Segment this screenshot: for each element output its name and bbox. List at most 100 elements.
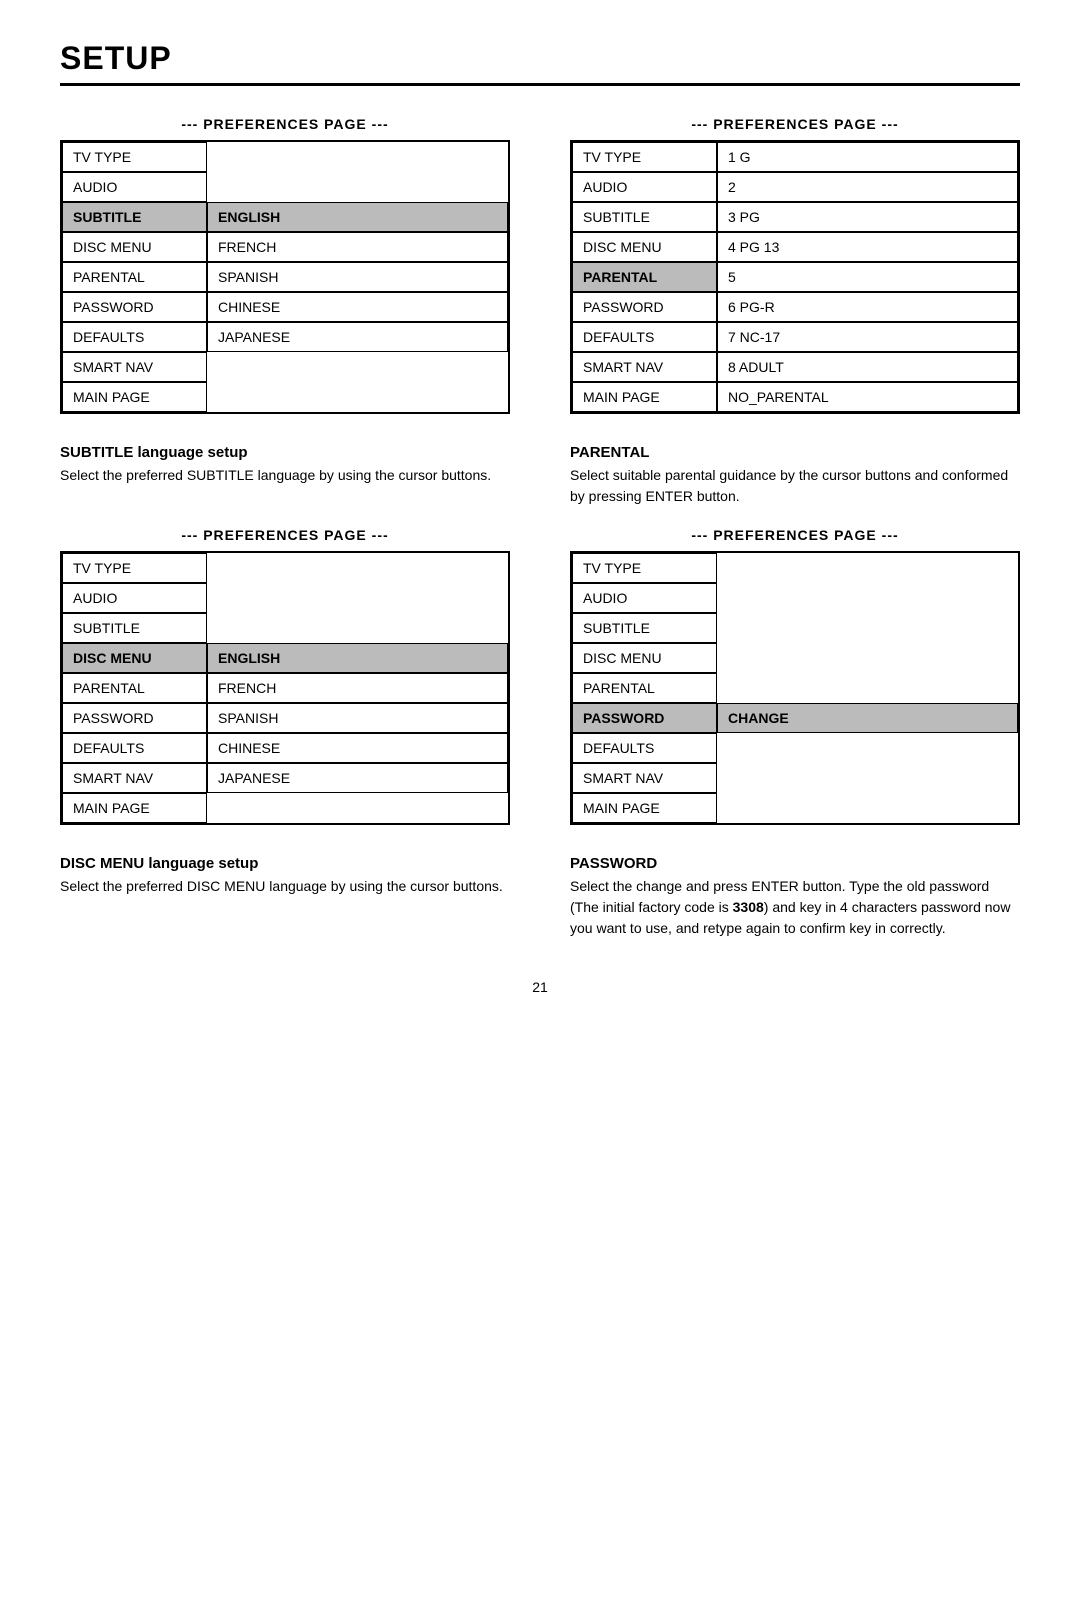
password-desc-body: Select the change and press ENTER button…	[570, 876, 1020, 939]
table-row: AUDIO	[572, 583, 1018, 613]
cell-left: MAIN PAGE	[572, 382, 717, 412]
table-row: DISC MENUFRENCH	[62, 232, 508, 262]
cell-left: SMART NAV	[572, 352, 717, 382]
parental-desc-body: Select suitable parental guidance by the…	[570, 465, 1020, 507]
top-left-panel: --- PREFERENCES PAGE --- TV TYPEAUDIOSUB…	[60, 116, 510, 414]
cell-left: AUDIO	[572, 172, 717, 202]
cell-right: 1 G	[717, 142, 1018, 172]
bottom-desc-columns: DISC MENU language setup Select the pref…	[60, 855, 1020, 939]
table-row: PARENTALFRENCH	[62, 673, 508, 703]
bottom-right-panel: --- PREFERENCES PAGE --- TV TYPEAUDIOSUB…	[570, 527, 1020, 825]
disc-menu-desc-title: DISC MENU language setup	[60, 855, 510, 872]
table-row: TV TYPE1 G	[572, 142, 1018, 172]
cell-right: 3 PG	[717, 202, 1018, 232]
cell-left: AUDIO	[62, 172, 207, 202]
table-row: DEFAULTSJAPANESE	[62, 322, 508, 352]
parental-desc: PARENTAL Select suitable parental guidan…	[570, 444, 1020, 507]
table-row: SMART NAV	[572, 763, 1018, 793]
cell-left: DEFAULTS	[62, 322, 207, 352]
cell-left: AUDIO	[572, 583, 717, 613]
bottom-right-panel-label: --- PREFERENCES PAGE ---	[570, 527, 1020, 543]
cell-right: ENGLISH	[207, 643, 508, 673]
table-row: DEFAULTSCHINESE	[62, 733, 508, 763]
cell-left: DISC MENU	[572, 643, 717, 673]
cell-right: FRENCH	[207, 673, 508, 703]
cell-right: SPANISH	[207, 703, 508, 733]
table-row: MAIN PAGE	[62, 382, 508, 412]
table-row: TV TYPE	[62, 553, 508, 583]
bottom-panels: --- PREFERENCES PAGE --- TV TYPEAUDIOSUB…	[60, 527, 1020, 825]
cell-left: TV TYPE	[62, 142, 207, 172]
cell-left: DISC MENU	[572, 232, 717, 262]
password-desc: PASSWORD Select the change and press ENT…	[570, 855, 1020, 939]
cell-right: CHINESE	[207, 733, 508, 763]
cell-left: TV TYPE	[572, 553, 717, 583]
page-title: SETUP	[60, 40, 1020, 86]
cell-left: DISC MENU	[62, 232, 207, 262]
password-desc-title: PASSWORD	[570, 855, 1020, 872]
cell-left: PARENTAL	[572, 673, 717, 703]
cell-right: 7 NC-17	[717, 322, 1018, 352]
bottom-left-pref-box: TV TYPEAUDIOSUBTITLEDISC MENUENGLISHPARE…	[60, 551, 510, 825]
cell-left: PARENTAL	[572, 262, 717, 292]
table-row: AUDIO	[62, 172, 508, 202]
table-row: SMART NAV	[62, 352, 508, 382]
table-row: PARENTAL	[572, 673, 1018, 703]
table-row: SUBTITLE3 PG	[572, 202, 1018, 232]
cell-left: TV TYPE	[572, 142, 717, 172]
disc-menu-desc: DISC MENU language setup Select the pref…	[60, 855, 510, 939]
table-row: SMART NAVJAPANESE	[62, 763, 508, 793]
cell-right: 8 ADULT	[717, 352, 1018, 382]
bottom-left-panel-label: --- PREFERENCES PAGE ---	[60, 527, 510, 543]
table-row: DISC MENU4 PG 13	[572, 232, 1018, 262]
top-panels: --- PREFERENCES PAGE --- TV TYPEAUDIOSUB…	[60, 116, 1020, 414]
cell-left: MAIN PAGE	[62, 382, 207, 412]
cell-right: NO_PARENTAL	[717, 382, 1018, 412]
table-row: PASSWORDCHINESE	[62, 292, 508, 322]
table-row: DEFAULTS	[572, 733, 1018, 763]
cell-left: PASSWORD	[572, 703, 717, 733]
cell-left: DISC MENU	[62, 643, 207, 673]
cell-left: SUBTITLE	[572, 202, 717, 232]
table-row: TV TYPE	[62, 142, 508, 172]
password-desc-bold: 3308	[733, 899, 764, 915]
bottom-right-pref-box: TV TYPEAUDIOSUBTITLEDISC MENUPARENTALPAS…	[570, 551, 1020, 825]
disc-menu-desc-body: Select the preferred DISC MENU language …	[60, 876, 510, 897]
cell-right: FRENCH	[207, 232, 508, 262]
cell-left: SUBTITLE	[62, 613, 207, 643]
cell-left: SMART NAV	[62, 352, 207, 382]
cell-left: AUDIO	[62, 583, 207, 613]
cell-left: DEFAULTS	[62, 733, 207, 763]
table-row: SUBTITLE	[572, 613, 1018, 643]
table-row: PARENTALSPANISH	[62, 262, 508, 292]
cell-left: SUBTITLE	[62, 202, 207, 232]
cell-left: SMART NAV	[62, 763, 207, 793]
table-row: PASSWORDCHANGE	[572, 703, 1018, 733]
table-row: PARENTAL5	[572, 262, 1018, 292]
cell-right: 6 PG-R	[717, 292, 1018, 322]
table-row: SUBTITLEENGLISH	[62, 202, 508, 232]
top-left-panel-label: --- PREFERENCES PAGE ---	[60, 116, 510, 132]
cell-left: DEFAULTS	[572, 322, 717, 352]
page-number: 21	[60, 979, 1020, 995]
cell-left: PASSWORD	[62, 292, 207, 322]
cell-left: PASSWORD	[62, 703, 207, 733]
top-right-panel: --- PREFERENCES PAGE --- TV TYPE1 GAUDIO…	[570, 116, 1020, 414]
cell-left: TV TYPE	[62, 553, 207, 583]
cell-right: CHANGE	[717, 703, 1018, 733]
table-row: SMART NAV8 ADULT	[572, 352, 1018, 382]
table-row: PASSWORD6 PG-R	[572, 292, 1018, 322]
parental-desc-title: PARENTAL	[570, 444, 1020, 461]
subtitle-desc: SUBTITLE language setup Select the prefe…	[60, 444, 510, 507]
cell-right: CHINESE	[207, 292, 508, 322]
cell-left: PASSWORD	[572, 292, 717, 322]
bottom-left-panel: --- PREFERENCES PAGE --- TV TYPEAUDIOSUB…	[60, 527, 510, 825]
cell-right: JAPANESE	[207, 763, 508, 793]
table-row: MAIN PAGENO_PARENTAL	[572, 382, 1018, 412]
table-row: AUDIO	[62, 583, 508, 613]
cell-right: JAPANESE	[207, 322, 508, 352]
table-row: SUBTITLE	[62, 613, 508, 643]
cell-right: 4 PG 13	[717, 232, 1018, 262]
table-row: TV TYPE	[572, 553, 1018, 583]
cell-left: PARENTAL	[62, 673, 207, 703]
